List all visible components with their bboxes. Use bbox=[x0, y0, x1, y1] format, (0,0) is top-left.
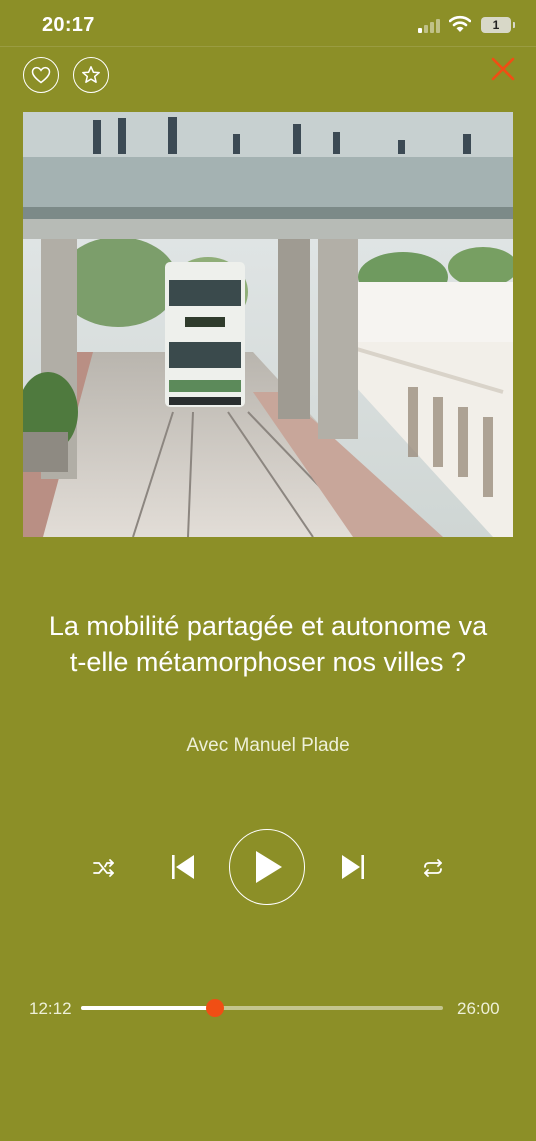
repeat-icon bbox=[424, 859, 442, 877]
episode-author: Avec Manuel Plade bbox=[186, 735, 350, 756]
previous-button[interactable] bbox=[170, 852, 196, 882]
signal-icon bbox=[418, 18, 440, 33]
like-button[interactable] bbox=[23, 57, 59, 93]
header-divider bbox=[0, 46, 536, 47]
episode-title: La mobilité partagée et autonome va t-el… bbox=[48, 611, 488, 677]
close-icon[interactable] bbox=[489, 55, 517, 83]
elapsed-time: 12:12 bbox=[29, 999, 72, 1018]
progress-slider[interactable] bbox=[81, 999, 443, 1017]
heart-icon bbox=[31, 66, 51, 84]
favorite-button[interactable] bbox=[73, 57, 109, 93]
skip-forward-icon bbox=[342, 855, 364, 879]
episode-cover-image bbox=[23, 112, 513, 537]
shuffle-button[interactable] bbox=[90, 855, 118, 881]
status-time: 20:17 bbox=[42, 14, 95, 36]
progress-thumb[interactable] bbox=[205, 999, 224, 1017]
shuffle-icon bbox=[93, 859, 114, 877]
status-bar: 20:17 1 bbox=[0, 0, 536, 46]
skip-back-icon bbox=[172, 855, 194, 879]
star-icon bbox=[82, 66, 100, 83]
repeat-button[interactable] bbox=[420, 855, 446, 881]
play-button[interactable] bbox=[229, 829, 305, 905]
total-duration: 26:00 bbox=[457, 999, 500, 1018]
progress-fill bbox=[81, 1006, 215, 1010]
battery-icon: 1 bbox=[481, 17, 515, 33]
wifi-icon bbox=[449, 15, 471, 32]
play-icon bbox=[256, 851, 282, 883]
next-button[interactable] bbox=[340, 852, 366, 882]
